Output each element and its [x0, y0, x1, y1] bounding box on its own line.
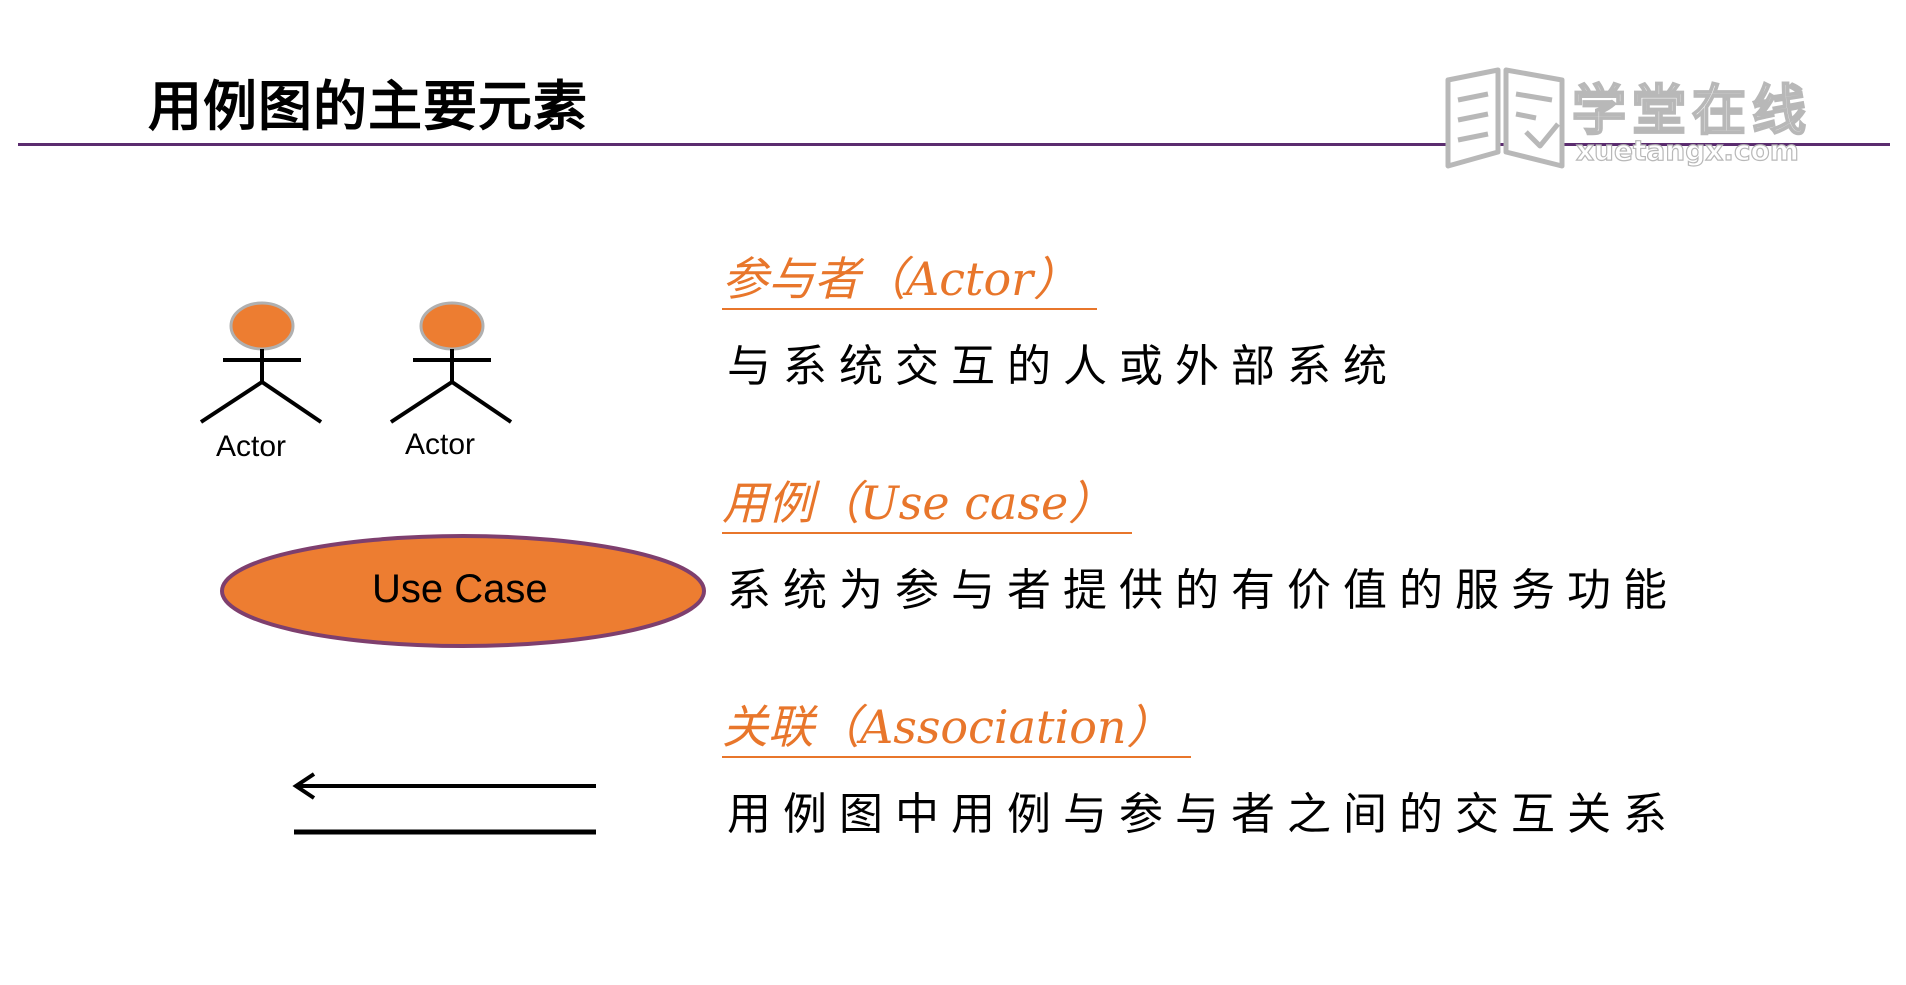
- actor-figure-2: [389, 301, 513, 424]
- slide-title: 用例图的主要元素: [148, 75, 588, 138]
- heading-use-case: 用例（Use case）: [722, 474, 1133, 534]
- description-actor: 与系统交互的人或外部系统: [727, 341, 1399, 392]
- use-case-label: Use Case: [372, 567, 548, 611]
- description-use-case: 系统为参与者提供的有价值的服务功能: [727, 565, 1679, 616]
- logo-text-en: xuetangx.com: [1575, 133, 1799, 167]
- heading-association: 关联（Association）: [722, 698, 1191, 758]
- book-icon: [1445, 67, 1565, 169]
- actor-figure-1: [199, 301, 323, 424]
- description-association: 用例图中用例与参与者之间的交互关系: [727, 789, 1679, 840]
- actor-label-1: Actor: [216, 430, 287, 463]
- xuetangx-logo: 学堂在线 xuetangx.com: [1440, 66, 1860, 186]
- actor-label-2: Actor: [405, 428, 476, 461]
- heading-actor: 参与者（Actor）: [722, 250, 1098, 310]
- association-arrow: [292, 772, 596, 835]
